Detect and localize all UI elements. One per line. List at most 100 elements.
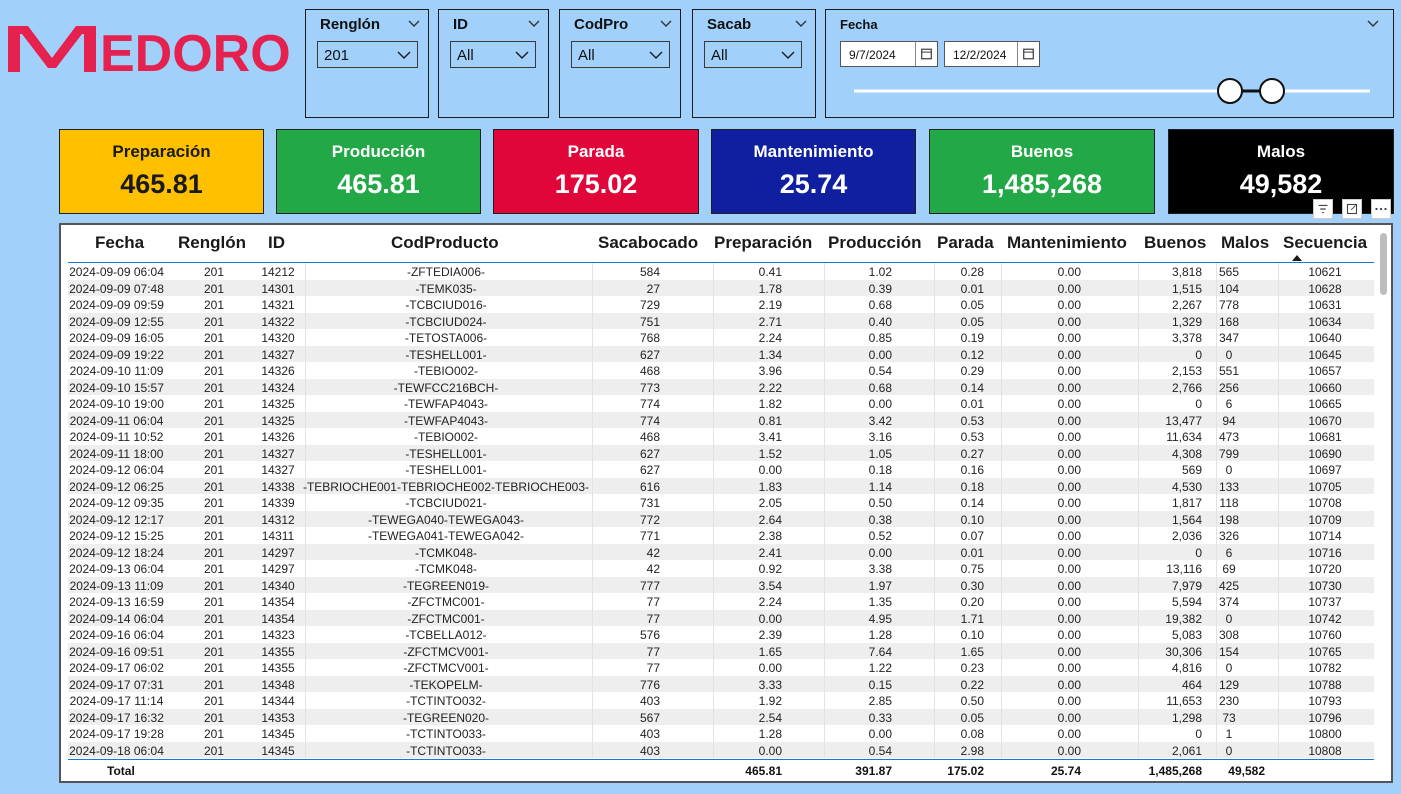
date-range-slider[interactable] [852,76,1372,106]
column-divider [824,675,825,692]
header-mantenimiento[interactable]: Mantenimiento [1007,233,1127,253]
table-row[interactable]: 2024-09-18 06:04 201 14345 -TCTINTO033- 403 0… [68,741,1374,758]
table-row[interactable]: 2024-09-09 07:48 201 14301 -TEMK035- 27 1.78 0… [68,279,1374,296]
more-options-icon[interactable] [1371,199,1391,219]
table-row[interactable]: 2024-09-10 19:00 201 14325 -TEWFAP4043- 774 1… [68,395,1374,412]
header-preparacion[interactable]: Preparación [714,233,812,253]
table-row[interactable]: 2024-09-09 09:59 201 14321 -TCBCIUD016- 729 2… [68,296,1374,313]
column-divider [1001,263,1002,280]
header-produccion[interactable]: Producción [828,233,922,253]
header-fecha[interactable]: Fecha [95,233,144,253]
cell-buenos: 1,817 [1171,496,1202,510]
table-row[interactable]: 2024-09-09 12:55 201 14322 -TCBCIUD024- 751 2… [68,312,1374,329]
cell-buenos: 11,634 [1166,430,1202,444]
header-renglon[interactable]: Renglón [178,233,246,253]
table-row[interactable]: 2024-09-10 11:09 201 14326 -TEBIO002- 468 3.9… [68,362,1374,379]
cell-renglon: 201 [203,578,225,593]
cell-mantenimiento: 0.00 [1057,628,1081,642]
table-row[interactable]: 2024-09-10 15:57 201 14324 -TEWFCC216BCH- 77… [68,378,1374,395]
table-row[interactable]: 2024-09-12 15:25 201 14311 -TEWEGA041-TEWEG… [68,527,1374,544]
sacab-dropdown[interactable]: All [704,41,802,68]
cell-id: 14324 [261,380,295,395]
cell-buenos: 2,153 [1171,364,1202,378]
sort-ascending-icon[interactable] [1292,255,1302,261]
table-row[interactable]: 2024-09-13 16:59 201 14354 -ZFCTMC001- 77 2.2… [68,593,1374,610]
cell-fecha: 2024-09-17 11:14 [69,694,164,708]
cell-buenos: 4,530 [1171,479,1202,494]
chevron-down-icon[interactable] [408,19,420,29]
table-row[interactable]: 2024-09-17 19:28 201 14345 -TCTINTO033- 403 1… [68,725,1374,742]
cell-produccion: 0.40 [868,314,892,329]
table-row[interactable]: 2024-09-17 16:32 201 14353 -TEGREEN020- 567 2… [68,708,1374,725]
table-row[interactable]: 2024-09-17 06:02 201 14355 -ZFCTMCV001- 77 0.… [68,659,1374,676]
cell-malos: 118 [1219,496,1239,510]
header-codproducto[interactable]: CodProducto [391,233,499,253]
column-divider [1001,576,1002,593]
table-row[interactable]: 2024-09-12 06:04 201 14327 -TESHELL001- 627 0… [68,461,1374,478]
focus-mode-icon[interactable] [1342,199,1362,219]
table-row[interactable]: 2024-09-17 11:14 201 14344 -TCTINTO032- 403 1… [68,692,1374,709]
column-divider [824,345,825,362]
table-row[interactable]: 2024-09-17 07:31 201 14348 -TEKOPELM- 776 3.3… [68,675,1374,692]
table-row[interactable]: 2024-09-11 06:04 201 14325 -TEWFAP4043- 774 0… [68,411,1374,428]
calendar-icon[interactable] [915,42,937,66]
cell-produccion: 3.16 [868,430,892,444]
vertical-scrollbar[interactable] [1380,233,1387,295]
cell-codproducto: -ZFCTMCV001- [403,661,489,675]
table-row[interactable]: 2024-09-09 16:05 201 14320 -TETOSTA006- 768 2… [68,329,1374,346]
filter-icon[interactable] [1313,199,1333,219]
column-divider [713,477,714,494]
table-row[interactable]: 2024-09-09 06:04 201 14212 -ZFTEDIA006- 584 0… [68,263,1374,280]
cell-id: 14348 [261,677,295,692]
header-buenos[interactable]: Buenos [1144,233,1206,253]
start-date-input[interactable]: 9/7/2024 [840,41,938,67]
cell-renglon: 201 [203,661,225,675]
id-dropdown[interactable]: All [450,41,536,68]
slicer-title: Fecha [840,17,878,32]
cell-buenos: 3,378 [1171,331,1202,345]
table-row[interactable]: 2024-09-16 06:04 201 14323 -TCBELLA012- 576 2… [68,626,1374,643]
column-divider [934,395,935,412]
cell-renglon: 201 [203,430,225,444]
cell-sacabocado: 403 [639,743,660,758]
cell-secuencia: 10640 [1308,331,1342,345]
table-row[interactable]: 2024-09-13 06:04 201 14297 -TCMK048- 42 0.92 3… [68,560,1374,577]
table-row[interactable]: 2024-09-14 06:04 201 14354 -ZFCTMC001- 77 0.0… [68,609,1374,626]
header-secuencia[interactable]: Secuencia [1283,233,1367,253]
cell-sacabocado: 627 [639,463,660,477]
header-id[interactable]: ID [268,233,285,253]
table-row[interactable]: 2024-09-12 09:35 201 14339 -TCBCIUD021- 731 2… [68,494,1374,511]
table-row[interactable]: 2024-09-12 18:24 201 14297 -TCMK048- 42 2.41 0… [68,543,1374,560]
end-date-input[interactable]: 12/2/2024 [944,41,1040,67]
table-row[interactable]: 2024-09-09 19:22 201 14327 -TESHELL001- 627 1… [68,345,1374,362]
slicer-title: ID [453,16,468,33]
cell-fecha: 2024-09-16 06:04 [69,628,164,642]
cell-parada: 0.05 [960,710,984,725]
column-divider [1138,576,1139,593]
table-row[interactable]: 2024-09-11 10:52 201 14326 -TEBIO002- 468 3.4… [68,428,1374,445]
cell-malos: 133 [1218,479,1240,494]
table-row[interactable]: 2024-09-12 12:17 201 14312 -TEWEGA040-TEWEG… [68,510,1374,527]
slicer-title: Renglón [320,16,380,33]
header-malos[interactable]: Malos [1221,233,1269,253]
header-parada[interactable]: Parada [937,233,994,253]
header-sacabocado[interactable]: Sacabocado [598,233,698,253]
chevron-down-icon[interactable] [795,19,807,29]
chevron-down-icon[interactable] [528,19,540,29]
table-row[interactable]: 2024-09-16 09:51 201 14355 -ZFCTMCV001- 77 1.… [68,642,1374,659]
cell-sacabocado: 77 [646,661,660,675]
chevron-down-icon[interactable] [1367,19,1379,29]
kpi-value: 1,485,268 [981,169,1103,199]
cell-id: 14301 [261,281,295,296]
calendar-icon[interactable] [1017,42,1039,66]
chevron-down-icon[interactable] [660,19,672,29]
column-divider [1001,362,1002,379]
column-divider [1278,279,1279,296]
cell-preparacion: 0.92 [758,562,782,576]
cell-sacabocado: 42 [646,545,660,560]
table-row[interactable]: 2024-09-12 06:25 201 14338 -TEBRIOCHE001-TE… [68,477,1374,494]
table-row[interactable]: 2024-09-11 18:00 201 14327 -TESHELL001- 627 1… [68,444,1374,461]
renglon-dropdown[interactable]: 201 [317,41,418,68]
table-row[interactable]: 2024-09-13 11:09 201 14340 -TEGREEN019- 777 3… [68,576,1374,593]
codpro-dropdown[interactable]: All [571,41,670,68]
